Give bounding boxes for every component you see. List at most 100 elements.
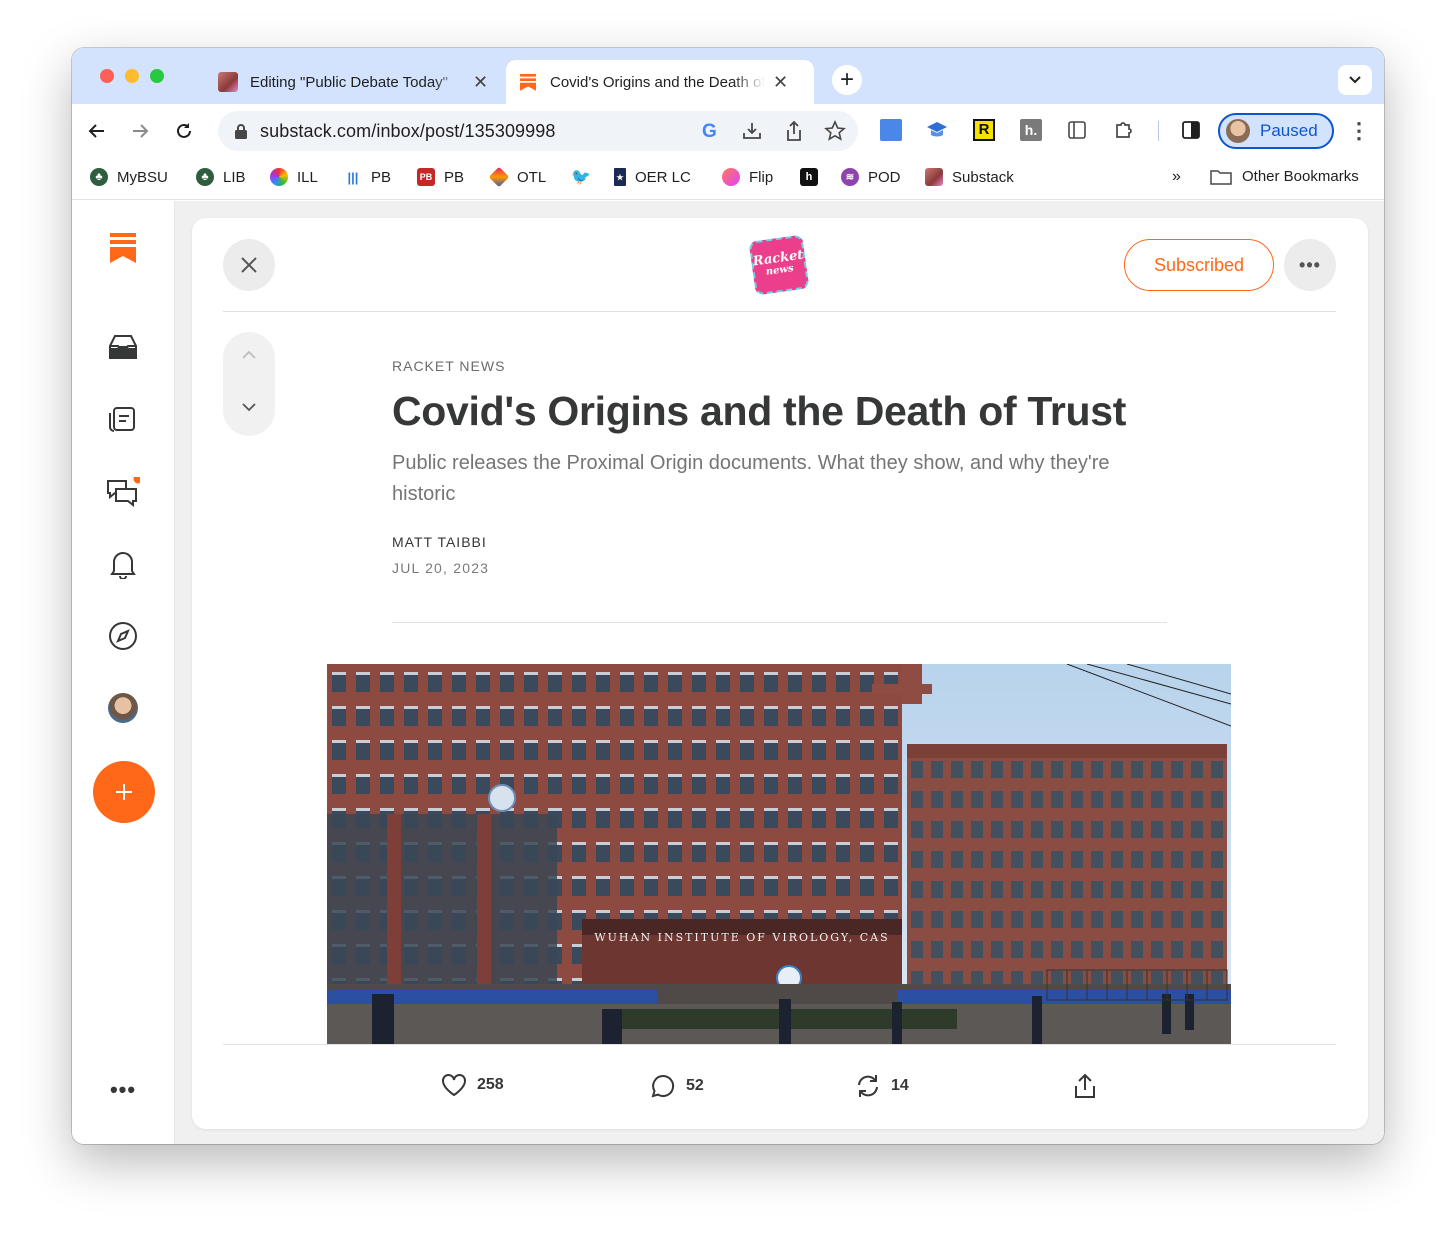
reload-icon [177, 123, 191, 138]
comment-button[interactable]: 52 [650, 1073, 704, 1099]
other-bookmarks-folder[interactable]: Other Bookmarks [1210, 168, 1359, 185]
bookmark-lib[interactable]: ♣ LIB [196, 168, 246, 186]
new-tab-button[interactable]: + [832, 65, 862, 95]
bookmark-ill[interactable]: ILL [270, 168, 318, 186]
post-date: JUL 20, 2023 [392, 560, 490, 576]
extensions-puzzle-icon[interactable] [1113, 119, 1135, 141]
close-tab-icon[interactable]: ✕ [773, 72, 788, 93]
bookmark-label: MyBSU [117, 168, 168, 186]
profile-button[interactable]: Paused [1218, 113, 1334, 149]
star-icon[interactable] [824, 120, 846, 142]
tab-search-button[interactable] [1338, 65, 1372, 95]
close-window-button[interactable] [100, 69, 114, 83]
url-text: substack.com/inbox/post/135309998 [260, 121, 556, 141]
restack-icon [858, 1075, 878, 1097]
comment-icon [651, 1074, 675, 1098]
minimize-window-button[interactable] [125, 69, 139, 83]
bell-icon[interactable] [106, 547, 140, 581]
bookmark-pb-2[interactable]: PB PB [417, 168, 464, 186]
tab-editing[interactable]: Editing "Public Debate Today" ✕ [206, 60, 506, 104]
bookmark-flip[interactable]: Flip [722, 168, 773, 186]
chevron-down-icon [1349, 76, 1361, 84]
reader-icon[interactable] [1066, 119, 1088, 141]
racket-news-logo[interactable]: Racket news [748, 234, 810, 296]
bookmark-label: ILL [297, 168, 318, 186]
user-avatar[interactable] [106, 691, 140, 725]
docs-extension-icon[interactable] [880, 119, 902, 141]
back-button[interactable] [82, 116, 112, 146]
post-actions-bar: 258 52 14 [192, 1045, 1368, 1129]
close-tab-icon[interactable]: ✕ [473, 72, 488, 93]
browser-menu-icon[interactable]: ⋮ [1344, 116, 1374, 146]
address-bar[interactable]: substack.com/inbox/post/135309998 G [218, 111, 858, 151]
graduation-cap-icon[interactable] [926, 119, 948, 141]
flip-icon [722, 168, 740, 186]
google-lens-icon[interactable]: G [702, 121, 717, 143]
profile-status: Paused [1260, 121, 1318, 140]
profile-avatar [1226, 119, 1250, 143]
bookmark-h[interactable]: h [800, 168, 827, 186]
institute-sign: WUHAN INSTITUTE OF VIROLOGY, CAS [594, 931, 889, 944]
inbox-icon[interactable] [106, 330, 140, 364]
chevron-down-icon[interactable] [241, 402, 257, 412]
lock-icon [235, 124, 247, 139]
chevron-up-icon[interactable] [241, 350, 257, 360]
tab-title: Covid's Origins and the Death of Trust [550, 73, 765, 91]
arrow-left-icon [88, 124, 104, 138]
chat-icon[interactable] [106, 475, 140, 509]
share-button[interactable] [1073, 1073, 1107, 1099]
close-reader-button[interactable] [223, 239, 275, 291]
reload-button[interactable] [169, 116, 199, 146]
tree-icon: ♣ [196, 168, 214, 186]
restack-button[interactable]: 14 [855, 1073, 909, 1099]
folder-icon [1210, 169, 1232, 185]
bookmark-label: PB [444, 168, 465, 186]
tree-icon: ♣ [90, 168, 108, 186]
publication-name[interactable]: RACKET NEWS [392, 358, 505, 374]
tab-strip: Editing "Public Debate Today" ✕ Covid's … [72, 48, 1384, 104]
like-button[interactable]: 258 [441, 1073, 504, 1097]
share-icon [1075, 1073, 1095, 1098]
tab-covid-origins[interactable]: Covid's Origins and the Death of Trust ✕ [506, 60, 814, 104]
tab-title: Editing "Public Debate Today" [250, 73, 448, 91]
subscribed-button[interactable]: Subscribed [1124, 239, 1274, 291]
substack-logo-icon[interactable] [106, 231, 140, 265]
h-icon: h [800, 168, 818, 186]
other-bookmarks-label: Other Bookmarks [1242, 168, 1359, 185]
bookmark-label: LIB [223, 168, 246, 186]
compass-icon[interactable] [106, 619, 140, 653]
bookmark-pod[interactable]: ≋ POD [841, 168, 901, 186]
zoom-window-button[interactable] [150, 69, 164, 83]
bookmark-label: Substack [952, 168, 1014, 186]
bookmarks-overflow-button[interactable]: » [1172, 168, 1181, 186]
diamond-icon [488, 166, 510, 188]
post-subtitle: Public releases the Proximal Origin docu… [392, 452, 1110, 505]
compose-button[interactable] [93, 761, 155, 823]
install-icon[interactable] [742, 121, 762, 141]
bookmark-mybsu[interactable]: ♣ MyBSU [90, 168, 168, 186]
r-extension-icon[interactable]: R [973, 119, 995, 141]
bookmark-label: OTL [517, 168, 547, 186]
side-panel-icon[interactable] [1180, 119, 1202, 141]
bookmark-otl[interactable]: OTL [488, 166, 547, 188]
bookmark-twitter[interactable]: 🐦 [571, 168, 599, 186]
bookmark-label: POD [868, 168, 901, 186]
twitter-icon: 🐦 [571, 169, 591, 186]
forward-button[interactable] [125, 116, 155, 146]
author-name[interactable]: MATT TAIBBI [392, 534, 487, 550]
more-options-icon[interactable]: ••• [1284, 239, 1336, 291]
bookmark-oer-lc[interactable]: ★ OER LC [614, 168, 691, 186]
header-divider [223, 311, 1336, 312]
h-extension-icon[interactable]: h. [1020, 119, 1042, 141]
close-icon [241, 257, 257, 273]
post-title: Covid's Origins and the Death of Trust [392, 388, 1127, 434]
notes-icon[interactable] [106, 402, 140, 436]
substack-favicon-icon [518, 72, 538, 92]
like-count: 258 [477, 1076, 504, 1093]
bookmark-substack[interactable]: Substack [925, 168, 1014, 186]
substack-icon [925, 168, 943, 186]
more-icon[interactable]: ••• [106, 1073, 140, 1107]
share-icon[interactable] [784, 120, 804, 142]
restack-count: 14 [891, 1077, 909, 1094]
bookmark-pb-1[interactable]: ||| PB [344, 168, 391, 186]
